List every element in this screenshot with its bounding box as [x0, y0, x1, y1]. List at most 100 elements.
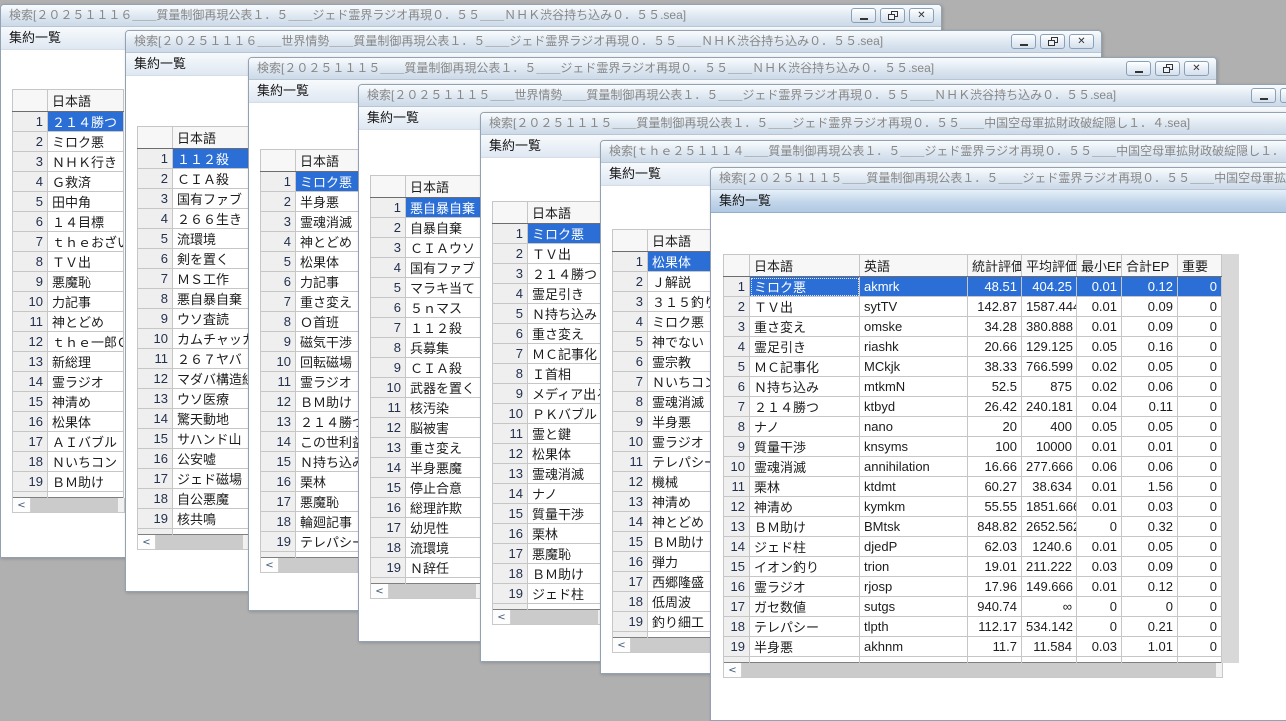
table-row[interactable]: 11核汚染 — [371, 398, 482, 418]
table-row[interactable]: 14驚天動地 — [138, 409, 249, 429]
table-row[interactable]: 1ミロク悪 — [261, 172, 372, 192]
table-row[interactable]: 3ＣＩＡウソ — [371, 238, 482, 258]
scrollbar-thumb[interactable] — [31, 498, 118, 512]
table-row[interactable]: 18流環境 — [371, 538, 482, 558]
table-row[interactable]: 15イオン釣りtrion19.01211.2220.030.090 — [724, 557, 1222, 577]
table-row[interactable]: 3霊魂消滅 — [261, 212, 372, 232]
table-row[interactable]: 10回転磁場 — [261, 352, 372, 372]
table-row[interactable]: 7ｔｈｅおざいち — [13, 232, 124, 252]
table-row[interactable]: 16霊ラジオrjosp17.96149.6660.010.120 — [724, 577, 1222, 597]
scroll-left-arrow-icon[interactable]: < — [724, 663, 742, 677]
scrollbar-thumb[interactable] — [742, 663, 1216, 677]
table-row[interactable]: 5ＭＣ記事化MCkjk38.33766.5990.020.050 — [724, 357, 1222, 377]
horizontal-scrollbar[interactable]: < — [137, 535, 250, 550]
restore-button[interactable] — [880, 8, 905, 23]
table-row[interactable]: 17ガセ数値sutgs940.74∞000 — [724, 597, 1222, 617]
scroll-left-arrow-icon[interactable]: < — [371, 584, 389, 598]
table-row[interactable]: 6Ｎ持ち込みmtkmN52.58750.020.060 — [724, 377, 1222, 397]
table-row[interactable]: 14霊ラジオ — [13, 372, 124, 392]
table-row[interactable]: 9磁気干渉 — [261, 332, 372, 352]
table-row[interactable]: 12ｔｈｅ一郎Ｏ — [13, 332, 124, 352]
table-row[interactable]: 19半身悪akhnm11.711.5840.031.010 — [724, 637, 1222, 657]
table-row[interactable]: 3国有ファブ — [138, 189, 249, 209]
table-row[interactable]: 14ナノ — [493, 484, 604, 504]
table-row[interactable]: 12松果体 — [493, 444, 604, 464]
table-row[interactable]: 15神清め — [13, 392, 124, 412]
table-row[interactable]: 13ウソ医療 — [138, 389, 249, 409]
table-row[interactable]: 6霊宗教 — [613, 352, 724, 372]
table-row[interactable]: 5マラキ当て — [371, 278, 482, 298]
table-row[interactable]: 13神清め — [613, 492, 724, 512]
table-row[interactable]: 12マダバ構造線 — [138, 369, 249, 389]
table-row[interactable]: 4Ｇ救済 — [13, 172, 124, 192]
table-row[interactable]: 2ＣＩＡ殺 — [138, 169, 249, 189]
table-row[interactable]: 10霊魂消滅annihilation16.66277.6660.060.060 — [724, 457, 1222, 477]
table-row[interactable]: 5Ｎ持ち込み — [493, 304, 604, 324]
table-row[interactable]: 13新総理 — [13, 352, 124, 372]
window-titlebar[interactable]: 検索[２０２５１１１５＿＿世界情勢＿＿質量制御再現公表１．５＿＿ジェド霊界ラジオ… — [359, 85, 1286, 107]
table-row[interactable]: 15ＢＭ助け — [613, 532, 724, 552]
restore-button[interactable] — [1040, 34, 1065, 49]
table-row[interactable]: 13重さ変え — [371, 438, 482, 458]
window-titlebar[interactable]: 検索[２０２５１１１５＿＿質量制御再現公表１．５＿＿ジェド霊界ラジオ再現０．５５… — [481, 113, 1286, 135]
table-row[interactable]: 11神とどめ — [13, 312, 124, 332]
table-row[interactable]: 18ＢＭ助け — [493, 564, 604, 584]
minimize-button[interactable] — [1011, 34, 1036, 49]
table-row[interactable]: 18低周波 — [613, 592, 724, 612]
minimize-button[interactable] — [851, 8, 876, 23]
table-row[interactable]: 2ミロク悪 — [13, 132, 124, 152]
table-row[interactable]: 5田中角 — [13, 192, 124, 212]
table-row[interactable]: 6剣を置く — [138, 249, 249, 269]
scroll-left-arrow-icon[interactable]: < — [138, 535, 156, 549]
table-row[interactable]: 15質量干渉 — [493, 504, 604, 524]
table-row[interactable]: 8悪自暴自棄 — [138, 289, 249, 309]
horizontal-scrollbar[interactable]: < — [492, 610, 605, 625]
table-row[interactable]: 7重さ変え — [261, 292, 372, 312]
table-row[interactable]: 2Ｊ解説 — [613, 272, 724, 292]
table-row[interactable]: 10霊ラジオ — [613, 432, 724, 452]
table-row[interactable]: 18テレパシーtlpth112.17534.14200.210 — [724, 617, 1222, 637]
horizontal-scrollbar[interactable]: < — [370, 584, 483, 599]
table-row[interactable]: 9半身悪 — [613, 412, 724, 432]
table-row[interactable]: 17ＡＩバブル — [13, 432, 124, 452]
minimize-button[interactable] — [1251, 88, 1276, 103]
scroll-left-arrow-icon[interactable]: < — [13, 498, 31, 512]
table-row[interactable]: 2ＴＶ出sytTV142.871587.4440.010.090 — [724, 297, 1222, 317]
table-row[interactable]: 8Ｉ首相 — [493, 364, 604, 384]
minimize-button[interactable] — [1126, 61, 1151, 76]
table-row[interactable]: 7Ｎいちコン — [613, 372, 724, 392]
table-row[interactable]: 6５ｎマス — [371, 298, 482, 318]
table-row[interactable]: 3２１４勝つ — [493, 264, 604, 284]
table-row[interactable]: 8兵募集 — [371, 338, 482, 358]
table-row[interactable]: 13２１４勝つ — [261, 412, 372, 432]
table-row[interactable]: 3３１５釣り — [613, 292, 724, 312]
table-row[interactable]: 1２１４勝つ — [13, 112, 124, 132]
close-button[interactable]: ✕ — [1069, 34, 1094, 49]
table-row[interactable]: 3ＮＨＫ行き — [13, 152, 124, 172]
table-row[interactable]: 1松果体 — [613, 252, 724, 272]
table-row[interactable]: 9悪魔恥 — [13, 272, 124, 292]
table-row[interactable]: 10武器を置く — [371, 378, 482, 398]
table-row[interactable]: 14ジェド柱djedP62.031240.60.010.050 — [724, 537, 1222, 557]
table-row[interactable]: 14この世利益 — [261, 432, 372, 452]
table-row[interactable]: 8霊魂消滅 — [613, 392, 724, 412]
horizontal-scrollbar[interactable]: < — [612, 638, 725, 653]
table-row[interactable]: 10力記事 — [13, 292, 124, 312]
table-row[interactable]: 3重さ変えomske34.28380.8880.010.090 — [724, 317, 1222, 337]
horizontal-scrollbar[interactable]: < — [12, 498, 125, 513]
table-row[interactable]: 16総理詐欺 — [371, 498, 482, 518]
table-row[interactable]: 5流環境 — [138, 229, 249, 249]
table-row[interactable]: 10ＰＫバブル — [493, 404, 604, 424]
table-row[interactable]: 8ＴＶ出 — [13, 252, 124, 272]
table-row[interactable]: 10カムチャッカ — [138, 329, 249, 349]
table-row[interactable]: 5松果体 — [261, 252, 372, 272]
table-row[interactable]: 2半身悪 — [261, 192, 372, 212]
table-row[interactable]: 14神とどめ — [613, 512, 724, 532]
table-row[interactable]: 11栗林ktdmt60.2738.6340.011.560 — [724, 477, 1222, 497]
table-row[interactable]: 4国有ファブ — [371, 258, 482, 278]
scroll-left-arrow-icon[interactable]: < — [493, 610, 511, 624]
table-row[interactable]: 19釣り細工 — [613, 612, 724, 632]
table-row[interactable]: 7ＭＣ記事化 — [493, 344, 604, 364]
restore-button[interactable] — [1155, 61, 1180, 76]
table-row[interactable]: 7ＭＳ工作 — [138, 269, 249, 289]
